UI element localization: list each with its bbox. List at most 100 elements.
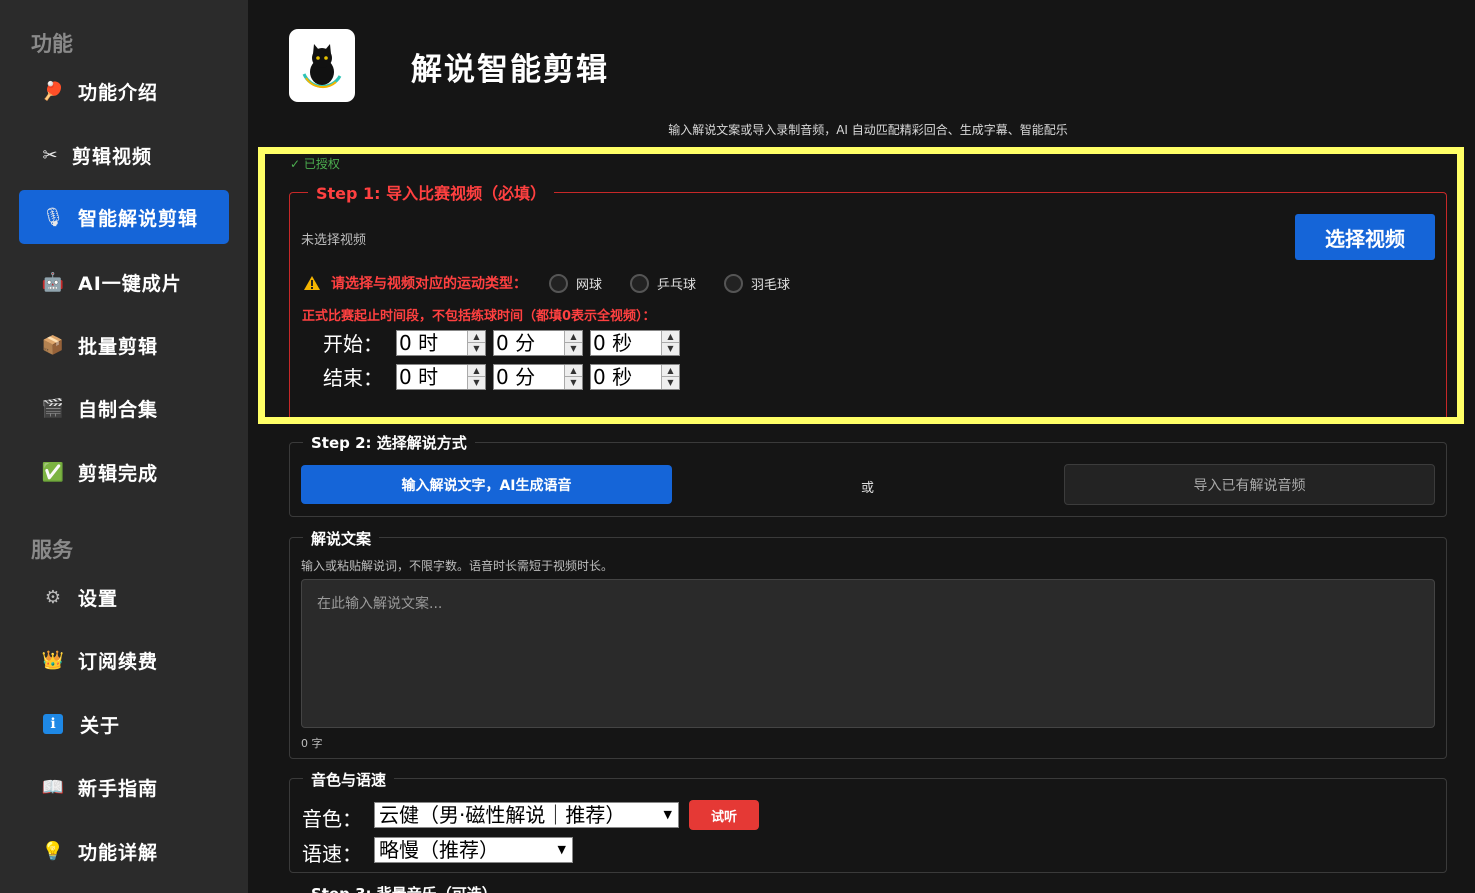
- spin-down-icon[interactable]: ▼: [565, 377, 582, 389]
- select-video-button[interactable]: 选择视频: [1295, 214, 1435, 260]
- radio-circle[interactable]: [630, 273, 650, 293]
- spin-down-icon[interactable]: ▼: [468, 343, 485, 355]
- spin-down-icon[interactable]: ▼: [662, 343, 679, 355]
- or-separator: 或: [861, 481, 875, 496]
- scissors-icon: ✂: [42, 144, 58, 166]
- app-logo: [289, 29, 355, 102]
- sidebar-item-label: 功能详解: [78, 841, 159, 864]
- spinbox-value: 0 时: [399, 330, 439, 355]
- ping-pong-icon: 🏓: [41, 80, 65, 102]
- spin-up-icon[interactable]: ▲: [468, 365, 485, 377]
- gear-icon: ⚙: [44, 586, 62, 608]
- sidebar-section-features: 功能: [31, 32, 73, 56]
- spinbox-value: 0 分: [496, 330, 536, 355]
- sidebar-item-label: 智能解说剪辑: [78, 207, 199, 230]
- sport-type-row: 请选择与视频对应的运动类型： 网球 乒乓球 羽毛球: [303, 273, 818, 293]
- speed-select[interactable]: 略慢（推荐） ▼: [374, 837, 573, 863]
- page-title: 解说智能剪辑: [411, 52, 609, 88]
- check-mark-icon: ✅: [41, 461, 65, 483]
- crown-icon: 👑: [41, 649, 65, 671]
- cat-logo-icon: [302, 43, 342, 88]
- sidebar-item-about[interactable]: ℹ 关于: [19, 697, 229, 751]
- voice-legend: 音色与语速: [303, 769, 395, 790]
- listen-button[interactable]: 试听: [689, 800, 759, 830]
- sidebar-item-label: 批量剪辑: [78, 335, 159, 358]
- end-hour-spinbox[interactable]: 0 时 ▲ ▼: [396, 363, 486, 390]
- chevron-down-icon: ▼: [663, 808, 672, 821]
- sidebar-item-smart-commentary[interactable]: 🎙 智能解说剪辑: [19, 190, 229, 244]
- spinbox-value: 0 秒: [593, 364, 633, 389]
- spinbox-value: 0 秒: [593, 330, 633, 355]
- spin-up-icon[interactable]: ▲: [662, 331, 679, 343]
- speed-select-value: 略慢（推荐）: [379, 838, 499, 862]
- spin-up-icon[interactable]: ▲: [565, 331, 582, 343]
- spin-up-icon[interactable]: ▲: [662, 365, 679, 377]
- char-count: 0 字: [301, 737, 323, 750]
- microphone-icon: 🎙: [41, 206, 65, 228]
- sidebar: 功能 🏓 功能介绍 ✂ 剪辑视频 🎙 智能解说剪辑 🤖 AI一键成片 📦 批量剪…: [0, 0, 248, 893]
- script-textarea[interactable]: [301, 579, 1435, 728]
- sidebar-item-label: 关于: [80, 714, 121, 737]
- end-label: 结束：: [323, 366, 383, 390]
- spinbox-buttons: ▲ ▼: [564, 364, 582, 389]
- page-subtitle: 输入解说文案或导入录制音频，AI 自动匹配精彩回合、生成字幕、智能配乐: [668, 123, 1068, 137]
- import-audio-button[interactable]: 导入已有解说音频: [1064, 464, 1435, 505]
- sidebar-item-guide[interactable]: 📖 新手指南: [19, 760, 229, 814]
- warning-icon: [304, 276, 320, 290]
- script-legend: 解说文案: [303, 528, 380, 549]
- radio-label: 羽毛球: [751, 277, 791, 293]
- sidebar-item-edit-video[interactable]: ✂ 剪辑视频: [19, 128, 229, 182]
- radio-badminton[interactable]: 羽毛球: [724, 273, 791, 293]
- start-second-spinbox[interactable]: 0 秒 ▲ ▼: [590, 329, 680, 356]
- sidebar-item-custom-collection[interactable]: 🎬 自制合集: [19, 381, 229, 435]
- sidebar-item-feature-details[interactable]: 💡 功能详解: [19, 824, 229, 878]
- spinbox-buttons: ▲ ▼: [467, 364, 485, 389]
- sidebar-item-batch-edit[interactable]: 📦 批量剪辑: [19, 318, 229, 372]
- radio-label: 乒乓球: [657, 277, 697, 293]
- radio-table-tennis[interactable]: 乒乓球: [630, 273, 697, 293]
- spinbox-value: 0 时: [399, 364, 439, 389]
- radio-circle[interactable]: [724, 273, 744, 293]
- chevron-down-icon: ▼: [557, 843, 566, 856]
- sidebar-item-label: 自制合集: [78, 398, 159, 421]
- sidebar-item-subscription[interactable]: 👑 订阅续费: [19, 633, 229, 687]
- start-hour-spinbox[interactable]: 0 时 ▲ ▼: [396, 329, 486, 356]
- speed-label: 语速：: [302, 842, 362, 866]
- voice-select[interactable]: 云健（男·磁性解说｜推荐） ▼: [374, 802, 679, 828]
- sidebar-item-label: 订阅续费: [78, 650, 159, 673]
- start-minute-spinbox[interactable]: 0 分 ▲ ▼: [493, 329, 583, 356]
- spin-down-icon[interactable]: ▼: [565, 343, 582, 355]
- end-second-spinbox[interactable]: 0 秒 ▲ ▼: [590, 363, 680, 390]
- spinbox-buttons: ▲ ▼: [564, 330, 582, 355]
- radio-label: 网球: [576, 277, 603, 293]
- sidebar-item-edit-done[interactable]: ✅ 剪辑完成: [19, 445, 229, 499]
- spin-up-icon[interactable]: ▲: [468, 331, 485, 343]
- step3-legend: Step 3: 背景音乐（可选）: [303, 883, 505, 893]
- spin-down-icon[interactable]: ▼: [468, 377, 485, 389]
- sidebar-item-ai-one-click[interactable]: 🤖 AI一键成片: [19, 255, 229, 309]
- step1-legend: Step 1: 导入比赛视频（必填）: [308, 180, 555, 204]
- spinbox-buttons: ▲ ▼: [661, 364, 679, 389]
- sidebar-item-label: 剪辑完成: [78, 462, 159, 485]
- sidebar-section-services: 服务: [31, 538, 73, 562]
- tts-mode-button[interactable]: 输入解说文字，AI生成语音: [301, 465, 672, 504]
- sidebar-item-intro[interactable]: 🏓 功能介绍: [19, 64, 229, 118]
- end-minute-spinbox[interactable]: 0 分 ▲ ▼: [493, 363, 583, 390]
- sidebar-item-settings[interactable]: ⚙ 设置: [19, 570, 229, 624]
- radio-circle[interactable]: [549, 273, 568, 293]
- package-icon: 📦: [41, 334, 65, 356]
- lightbulb-icon: 💡: [41, 840, 65, 862]
- book-icon: 📖: [41, 776, 65, 798]
- voice-label: 音色：: [302, 807, 362, 831]
- auth-status: ✓ 已授权: [290, 157, 340, 171]
- spin-down-icon[interactable]: ▼: [662, 377, 679, 389]
- start-time-row: 开始： 0 时 ▲ ▼ 0 分 ▲ ▼ 0 秒 ▲ ▼: [323, 328, 687, 357]
- radio-tennis[interactable]: 网球: [549, 273, 603, 293]
- info-icon: ℹ: [43, 714, 63, 734]
- sidebar-item-label: 设置: [78, 587, 119, 610]
- sidebar-item-label: 新手指南: [78, 777, 159, 800]
- sidebar-item-label: AI一键成片: [78, 272, 182, 295]
- end-time-row: 结束： 0 时 ▲ ▼ 0 分 ▲ ▼ 0 秒 ▲ ▼: [323, 362, 687, 391]
- spin-up-icon[interactable]: ▲: [565, 365, 582, 377]
- spinbox-buttons: ▲ ▼: [661, 330, 679, 355]
